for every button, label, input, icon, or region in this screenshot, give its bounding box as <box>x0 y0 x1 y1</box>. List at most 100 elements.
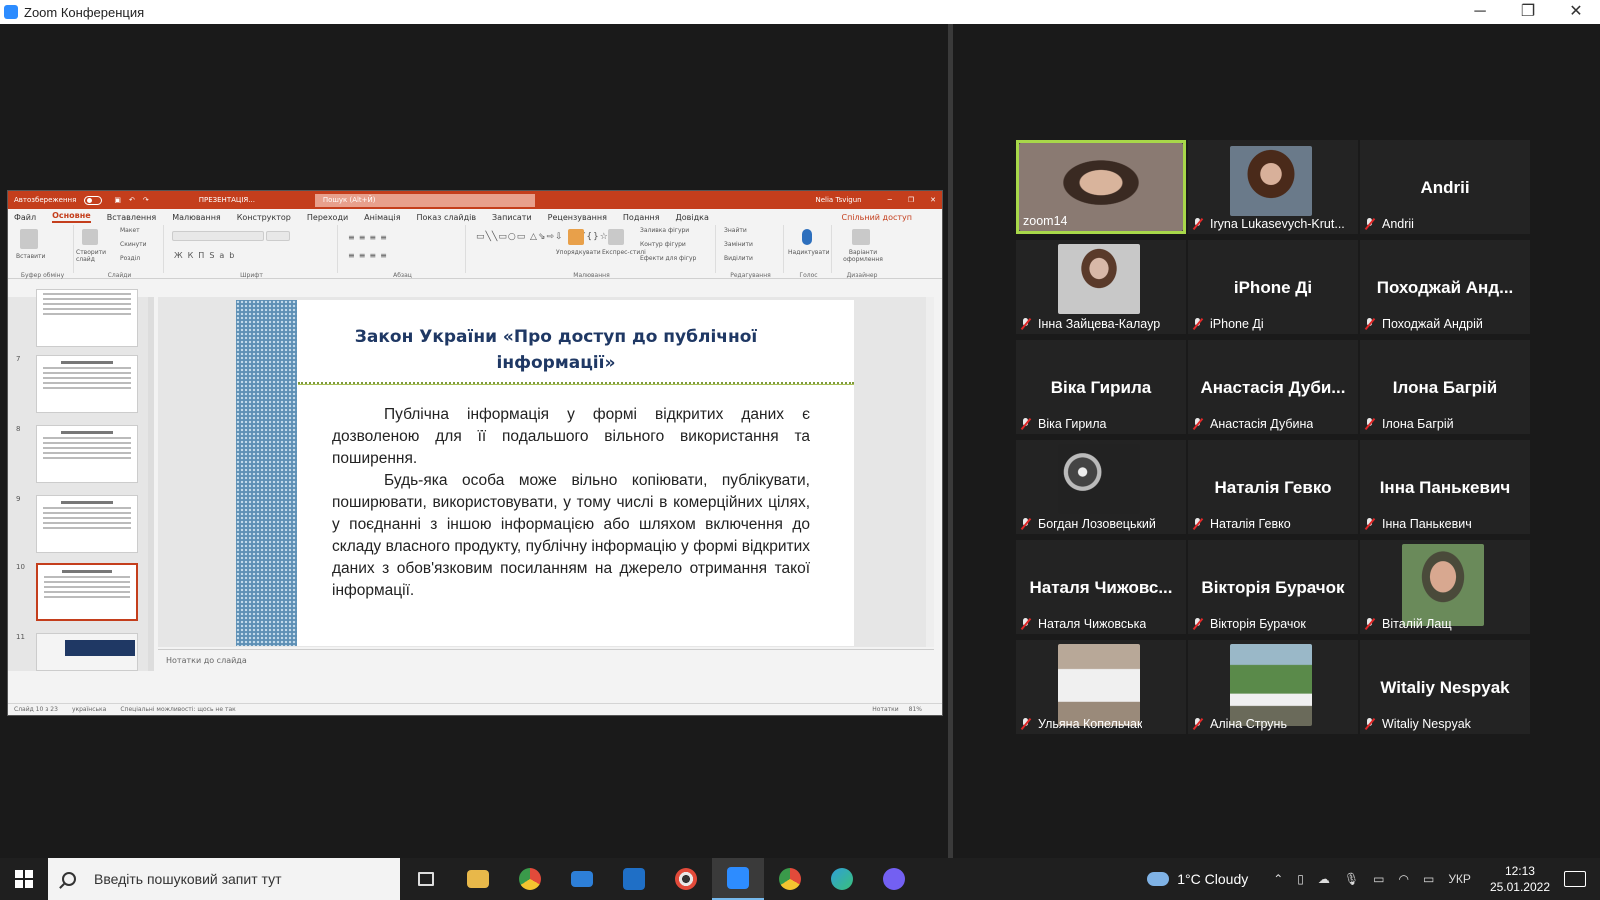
edge-icon[interactable] <box>816 858 868 900</box>
list-buttons[interactable]: ≡≡≡≡ <box>348 233 391 242</box>
participant-tile[interactable]: Анастасія Дуби... Анастасія Дубина <box>1188 340 1358 434</box>
quick-styles-icon[interactable] <box>608 229 624 245</box>
save-icon[interactable]: ▣ <box>114 196 121 204</box>
tab-record[interactable]: Записати <box>492 213 532 223</box>
language-indicator[interactable]: українська <box>72 706 106 713</box>
store-icon[interactable] <box>608 858 660 900</box>
ppt-filename[interactable]: ПРЕЗЕНТАЦІЯ... <box>199 196 255 204</box>
participant-tile[interactable]: Andrii Andrii <box>1360 140 1530 234</box>
reset-button[interactable]: Скинути <box>120 241 147 248</box>
chrome-icon[interactable] <box>504 858 556 900</box>
close-button[interactable]: ✕ <box>1552 0 1600 24</box>
mail-icon[interactable] <box>556 858 608 900</box>
tab-design[interactable]: Конструктор <box>237 213 291 223</box>
zoom-level[interactable]: 81% <box>909 706 922 713</box>
font-size-dropdown[interactable] <box>266 231 290 241</box>
section-button[interactable]: Розділ <box>120 255 140 262</box>
weather-widget[interactable]: 1°C Cloudy <box>1177 871 1248 887</box>
clock[interactable]: 12:13 25.01.2022 <box>1490 863 1550 895</box>
participant-tile[interactable]: Віка Гирила Віка Гирила <box>1016 340 1186 434</box>
participant-tile[interactable]: Інна Панькевич Інна Панькевич <box>1360 440 1530 534</box>
cloud-weather-icon[interactable] <box>1147 872 1170 886</box>
slide-thumbnail[interactable] <box>36 355 138 413</box>
font-name-dropdown[interactable] <box>172 231 264 241</box>
layout-button[interactable]: Макет <box>120 227 140 234</box>
font-format-buttons[interactable]: ЖКПSab <box>174 251 239 260</box>
tab-file[interactable]: Файл <box>14 213 36 223</box>
task-view-icon[interactable] <box>400 858 452 900</box>
tab-animations[interactable]: Анімація <box>364 213 400 223</box>
media-player-icon[interactable] <box>660 858 712 900</box>
battery-icon[interactable]: ▭ <box>1423 872 1434 886</box>
slide-thumbnail[interactable] <box>36 495 138 553</box>
language-indicator[interactable]: УКР <box>1448 872 1471 886</box>
shape-outline-button[interactable]: Контур фігури <box>640 241 686 248</box>
participant-tile[interactable]: Наталя Чижовс... Наталя Чижовська <box>1016 540 1186 634</box>
onedrive-icon[interactable]: ☁ <box>1318 872 1330 886</box>
restore-button[interactable]: ❐ <box>1504 0 1552 24</box>
shapes-gallery[interactable]: ▭╲╲▭○▭ △⇘⇨⇩ ◠⌒{}☆ <box>476 229 609 242</box>
share-button[interactable]: Спільний доступ <box>842 213 913 223</box>
display-icon[interactable]: ▭ <box>1373 872 1384 886</box>
thumbnails-scrollbar[interactable] <box>148 297 154 671</box>
start-button[interactable] <box>0 870 48 888</box>
tab-home[interactable]: Основне <box>52 211 91 223</box>
slide-thumbnail-selected[interactable] <box>36 563 138 621</box>
tab-review[interactable]: Рецензування <box>548 213 607 223</box>
new-slide-icon[interactable] <box>82 229 98 245</box>
design-ideas-icon[interactable] <box>852 229 870 245</box>
chrome-icon[interactable] <box>764 858 816 900</box>
shape-effects-button[interactable]: Ефекти для фігур <box>640 255 696 262</box>
participant-tile[interactable]: iPhone Ді iPhone Ді <box>1188 240 1358 334</box>
autosave-toggle[interactable] <box>84 195 103 205</box>
slide-thumbnail[interactable] <box>36 633 138 671</box>
participant-tile[interactable]: Інна Зайцева-Калаур <box>1016 240 1186 334</box>
ppt-window-controls[interactable]: ─ ❐ ✕ <box>872 196 936 204</box>
participant-tile[interactable]: Віталій Лащ <box>1360 540 1530 634</box>
participant-tile[interactable]: Походжай Анд... Походжай Андрій <box>1360 240 1530 334</box>
participant-tile[interactable]: Богдан Лозовецький <box>1016 440 1186 534</box>
participant-tile[interactable]: Ілона Багрій Ілона Багрій <box>1360 340 1530 434</box>
find-button[interactable]: Знайти <box>724 227 747 234</box>
tab-insert[interactable]: Вставлення <box>107 213 156 223</box>
participant-tile[interactable]: Ульяна Копельчак <box>1016 640 1186 734</box>
ppt-search-box[interactable]: Пошук (Alt+Й) <box>314 193 535 207</box>
minimize-button[interactable]: ─ <box>1456 0 1504 24</box>
accessibility-status[interactable]: Спеціальні можливості: щось не так <box>120 706 235 713</box>
undo-icon[interactable]: ↶ <box>129 196 135 204</box>
tab-view[interactable]: Подання <box>623 213 660 223</box>
microphone-icon[interactable] <box>802 229 812 245</box>
participant-tile[interactable]: Witaliy Nespyak Witaliy Nespyak <box>1360 640 1530 734</box>
slide-thumbnail[interactable] <box>36 425 138 483</box>
slide-scrollbar[interactable] <box>926 297 934 647</box>
notes-pane[interactable]: Нотатки до слайда <box>158 649 934 671</box>
notes-toggle[interactable]: Нотатки <box>872 706 898 713</box>
select-button[interactable]: Виділити <box>724 255 753 262</box>
device-icon[interactable]: ▯ <box>1297 872 1304 886</box>
notifications-icon[interactable] <box>1564 871 1586 887</box>
redo-icon[interactable]: ↷ <box>143 196 149 204</box>
zoom-taskbar-icon[interactable] <box>712 858 764 900</box>
current-slide[interactable]: Закон України «Про доступ до публічної і… <box>236 300 854 646</box>
viber-icon[interactable] <box>868 858 920 900</box>
replace-button[interactable]: Замінити <box>724 241 753 248</box>
arrange-icon[interactable] <box>568 229 584 245</box>
chevron-up-icon[interactable]: ⌃ <box>1273 872 1283 886</box>
tab-transitions[interactable]: Переходи <box>307 213 348 223</box>
wifi-icon[interactable]: ◠ <box>1398 872 1408 886</box>
ppt-user-name[interactable]: Nelia Tsvigun <box>816 196 862 204</box>
tab-help[interactable]: Довідка <box>676 213 709 223</box>
tab-slideshow[interactable]: Показ слайдів <box>417 213 477 223</box>
microphone-icon[interactable]: 🎙 <box>1344 872 1359 886</box>
participant-tile[interactable]: Аліна Струнь <box>1188 640 1358 734</box>
participant-tile[interactable]: zoom14 <box>1016 140 1186 234</box>
taskbar-search-box[interactable]: Введіть пошуковий запит тут <box>48 858 400 900</box>
participant-tile[interactable]: Наталія Гевко Наталія Гевко <box>1188 440 1358 534</box>
tab-draw[interactable]: Малювання <box>172 213 221 223</box>
shape-fill-button[interactable]: Заливка фігури <box>640 227 689 234</box>
paste-icon[interactable] <box>20 229 38 249</box>
slide-thumbnail[interactable] <box>36 289 138 347</box>
participant-tile[interactable]: Вікторія Бурачок Вікторія Бурачок <box>1188 540 1358 634</box>
file-explorer-icon[interactable] <box>452 858 504 900</box>
participant-tile[interactable]: Iryna Lukasevych-Krut... <box>1188 140 1358 234</box>
